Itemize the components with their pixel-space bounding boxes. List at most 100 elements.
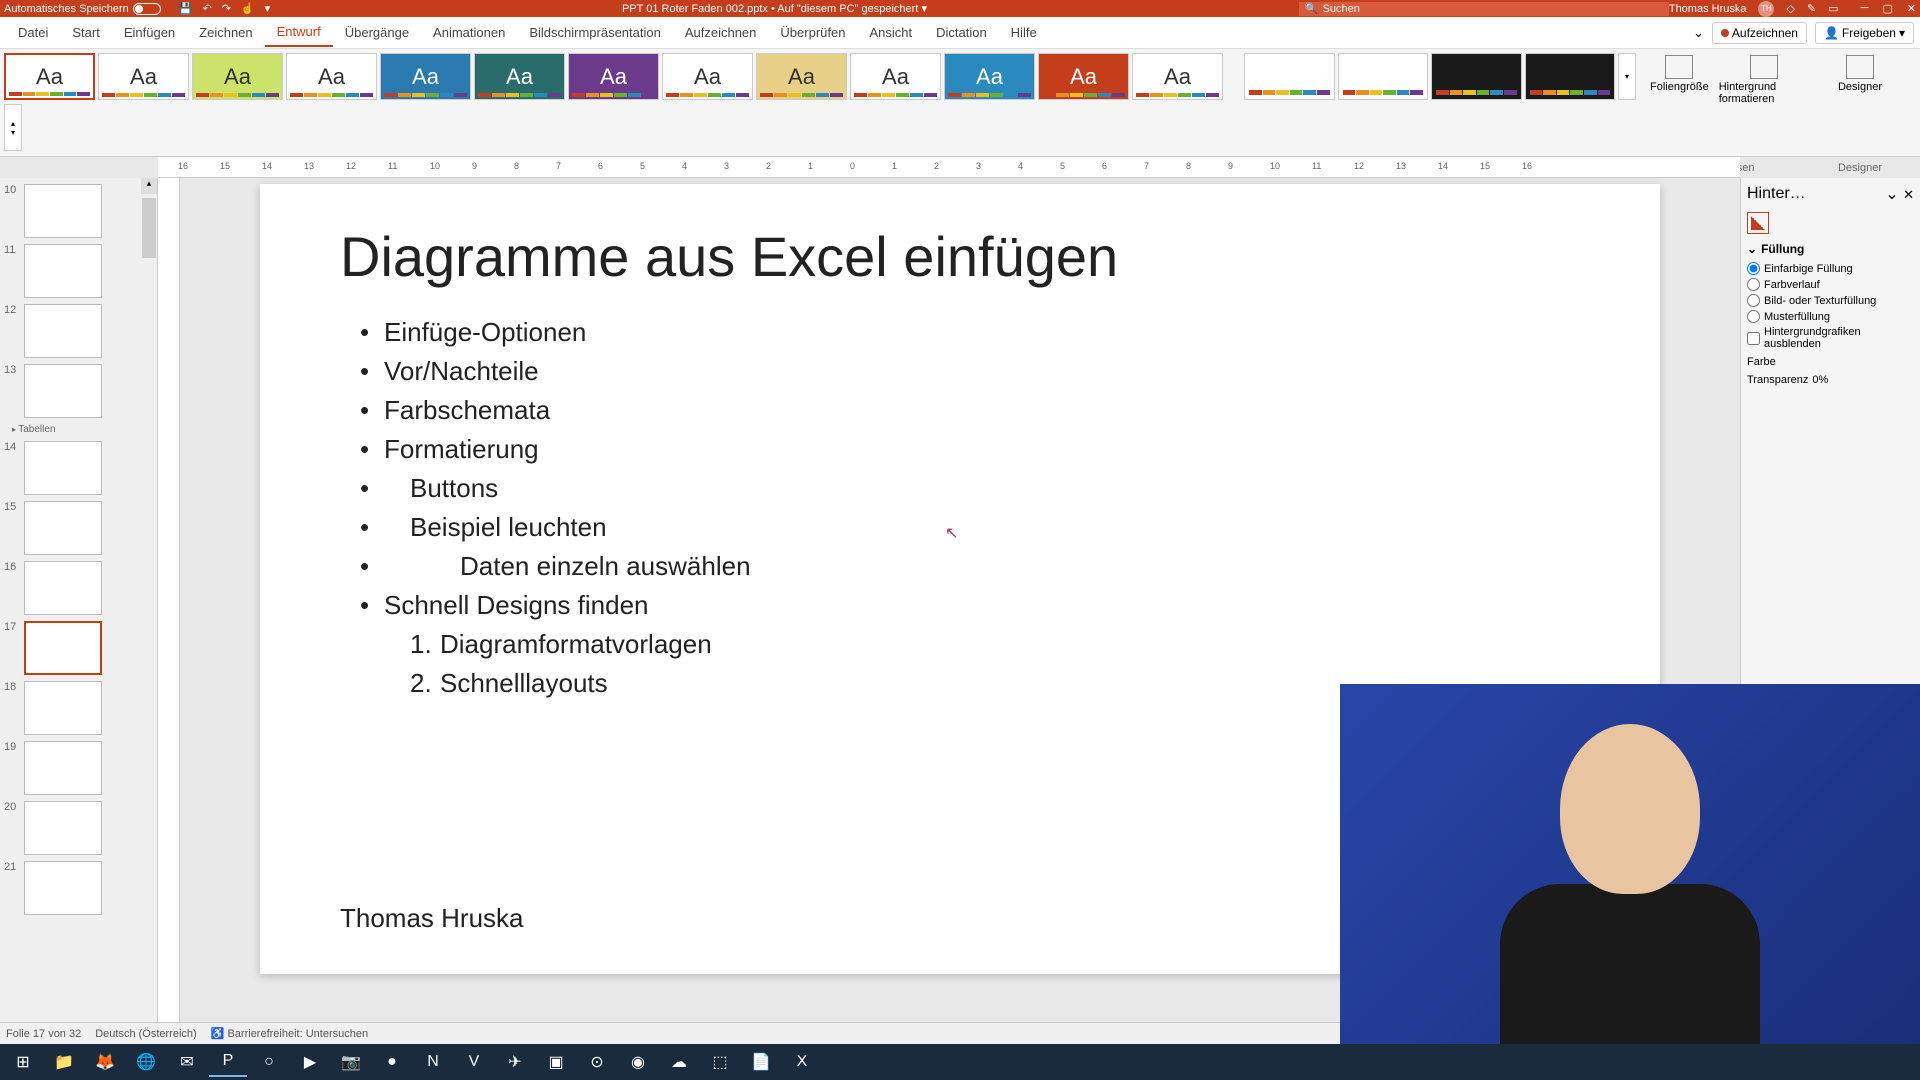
tab-zeichnen[interactable]: Zeichnen (187, 19, 264, 46)
app-icon[interactable]: ● (373, 1047, 411, 1077)
app-icon[interactable]: 📄 (742, 1047, 780, 1077)
chevron-down-icon[interactable]: ▾ (921, 3, 927, 15)
variant-thumbnail[interactable] (1338, 53, 1429, 100)
theme-thumbnail[interactable]: Aa (1132, 53, 1223, 100)
fill-section-header[interactable]: ⌄Füllung (1747, 242, 1914, 256)
user-name[interactable]: Thomas Hruska (1669, 3, 1747, 15)
tab-dictation[interactable]: Dictation (924, 19, 999, 46)
theme-thumbnail[interactable]: Aa (98, 53, 189, 100)
slide-thumbnail[interactable] (24, 801, 102, 855)
tab-datei[interactable]: Datei (6, 19, 60, 46)
scroll-handle[interactable] (142, 198, 156, 258)
window-mode-icon[interactable]: ▭ (1828, 2, 1838, 15)
user-avatar[interactable]: TH (1758, 1, 1774, 17)
section-header[interactable]: Tabellen (12, 424, 137, 435)
gradient-fill-radio[interactable]: Farbverlauf (1747, 278, 1914, 291)
variant-thumbnail[interactable] (1431, 53, 1522, 100)
bullet-item[interactable]: Vor/Nachteile (360, 352, 1580, 391)
excel-icon[interactable]: X (783, 1047, 821, 1077)
tab-entwurf[interactable]: Entwurf (265, 18, 333, 47)
bullet-item[interactable]: Daten einzeln auswählen (360, 547, 1580, 586)
pen-icon[interactable]: ✎ (1807, 2, 1816, 15)
slide-thumbnail[interactable] (24, 861, 102, 915)
maximize-icon[interactable]: ▢ (1882, 2, 1892, 15)
telegram-icon[interactable]: ✈ (496, 1047, 534, 1077)
theme-thumbnail[interactable]: Aa (850, 53, 941, 100)
onenote-icon[interactable]: N (414, 1047, 452, 1077)
tab-übergänge[interactable]: Übergänge (333, 19, 421, 46)
tab-aufzeichnen[interactable]: Aufzeichnen (673, 19, 769, 46)
app-icon[interactable]: ▣ (537, 1047, 575, 1077)
slide-thumbnail[interactable] (24, 561, 102, 615)
slide-title[interactable]: Diagramme aus Excel einfügen (340, 224, 1580, 289)
slide-footer[interactable]: Thomas Hruska (340, 903, 524, 934)
hide-bg-checkbox[interactable]: Hintergrundgrafiken ausblenden (1747, 326, 1914, 350)
theme-thumbnail[interactable]: Aa (1038, 53, 1129, 100)
app-icon[interactable]: ⬚ (701, 1047, 739, 1077)
themes-more-button[interactable]: ▴▾ (4, 104, 22, 151)
search-input[interactable] (1323, 3, 1663, 15)
touch-mode-icon[interactable]: ☝ (241, 2, 255, 15)
picture-fill-radio[interactable]: Bild- oder Texturfüllung (1747, 294, 1914, 307)
start-button[interactable]: ⊞ (4, 1047, 42, 1077)
tab-hilfe[interactable]: Hilfe (999, 19, 1049, 46)
file-explorer-icon[interactable]: 📁 (45, 1047, 83, 1077)
outlook-icon[interactable]: ✉ (168, 1047, 206, 1077)
autosave-toggle[interactable]: Automatisches Speichern (4, 3, 161, 15)
bullet-item[interactable]: Farbschemata (360, 391, 1580, 430)
tab-einfügen[interactable]: Einfügen (112, 19, 187, 46)
obs-icon[interactable]: ⊙ (578, 1047, 616, 1077)
app-icon[interactable]: ○ (250, 1047, 288, 1077)
theme-thumbnail[interactable]: Aa (568, 53, 659, 100)
slide-size-button[interactable]: Foliengröße (1648, 53, 1711, 95)
slide-thumbnail[interactable] (24, 304, 102, 358)
designer-button[interactable]: Designer (1828, 53, 1892, 95)
solid-fill-radio[interactable]: Einfarbige Füllung (1747, 262, 1914, 275)
save-icon[interactable]: 💾 (179, 2, 193, 15)
slide-thumbnail[interactable] (24, 364, 102, 418)
thumbnails-scrollbar[interactable]: ▴ ▾ (141, 178, 157, 1038)
chrome-icon[interactable]: 🌐 (127, 1047, 165, 1077)
scroll-up-icon[interactable]: ▴ (141, 178, 157, 194)
variant-thumbnail[interactable] (1244, 53, 1335, 100)
format-background-button[interactable]: Hintergrund formatieren (1717, 53, 1812, 107)
bullet-item[interactable]: Beispiel leuchten (360, 508, 1580, 547)
firefox-icon[interactable]: 🦊 (86, 1047, 124, 1077)
slide-thumbnail[interactable] (24, 441, 102, 495)
slide-thumbnail[interactable] (24, 184, 102, 238)
slide-thumbnail[interactable] (24, 741, 102, 795)
diamond-icon[interactable]: ◇ (1786, 2, 1794, 15)
theme-thumbnail[interactable]: Aa (662, 53, 753, 100)
redo-icon[interactable]: ↷ (222, 2, 231, 15)
theme-thumbnail[interactable]: Aa (756, 53, 847, 100)
app-icon[interactable]: ☁ (660, 1047, 698, 1077)
tab-bildschirmpräsentation[interactable]: Bildschirmpräsentation (517, 19, 673, 46)
tab-ansicht[interactable]: Ansicht (857, 19, 924, 46)
pane-close-icon[interactable]: ✕ (1903, 187, 1914, 202)
language-indicator[interactable]: Deutsch (Österreich) (95, 1028, 196, 1040)
visio-icon[interactable]: V (455, 1047, 493, 1077)
vlc-icon[interactable]: ▶ (291, 1047, 329, 1077)
pattern-fill-radio[interactable]: Musterfüllung (1747, 310, 1914, 323)
fill-bucket-icon[interactable] (1747, 212, 1769, 234)
numbered-item[interactable]: Diagramformatvorlagen (410, 625, 1580, 664)
bullet-item[interactable]: Einfüge-Optionen (360, 313, 1580, 352)
theme-thumbnail[interactable]: Aa (944, 53, 1035, 100)
search-box[interactable]: 🔍 (1299, 2, 1669, 16)
toggle-off-icon[interactable] (133, 3, 161, 15)
slide-thumbnail[interactable] (24, 501, 102, 555)
tab-start[interactable]: Start (60, 19, 111, 46)
pane-options-icon[interactable]: ⌄ (1885, 186, 1898, 203)
bullet-item[interactable]: Schnell Designs finden (360, 586, 1580, 625)
undo-icon[interactable]: ↶ (202, 2, 211, 15)
powerpoint-icon[interactable]: P (209, 1047, 247, 1077)
transparency-value[interactable]: 0% (1812, 374, 1828, 386)
variant-thumbnail[interactable] (1525, 53, 1616, 100)
theme-thumbnail[interactable]: Aa (286, 53, 377, 100)
collapse-ribbon-icon[interactable]: ⌄ (1693, 25, 1704, 41)
tab-überprüfen[interactable]: Überprüfen (768, 19, 857, 46)
variants-more-button[interactable]: ▾ (1618, 53, 1636, 100)
theme-thumbnail[interactable]: Aa (474, 53, 565, 100)
camera-icon[interactable]: 📷 (332, 1047, 370, 1077)
minimize-icon[interactable]: ─ (1861, 2, 1869, 15)
